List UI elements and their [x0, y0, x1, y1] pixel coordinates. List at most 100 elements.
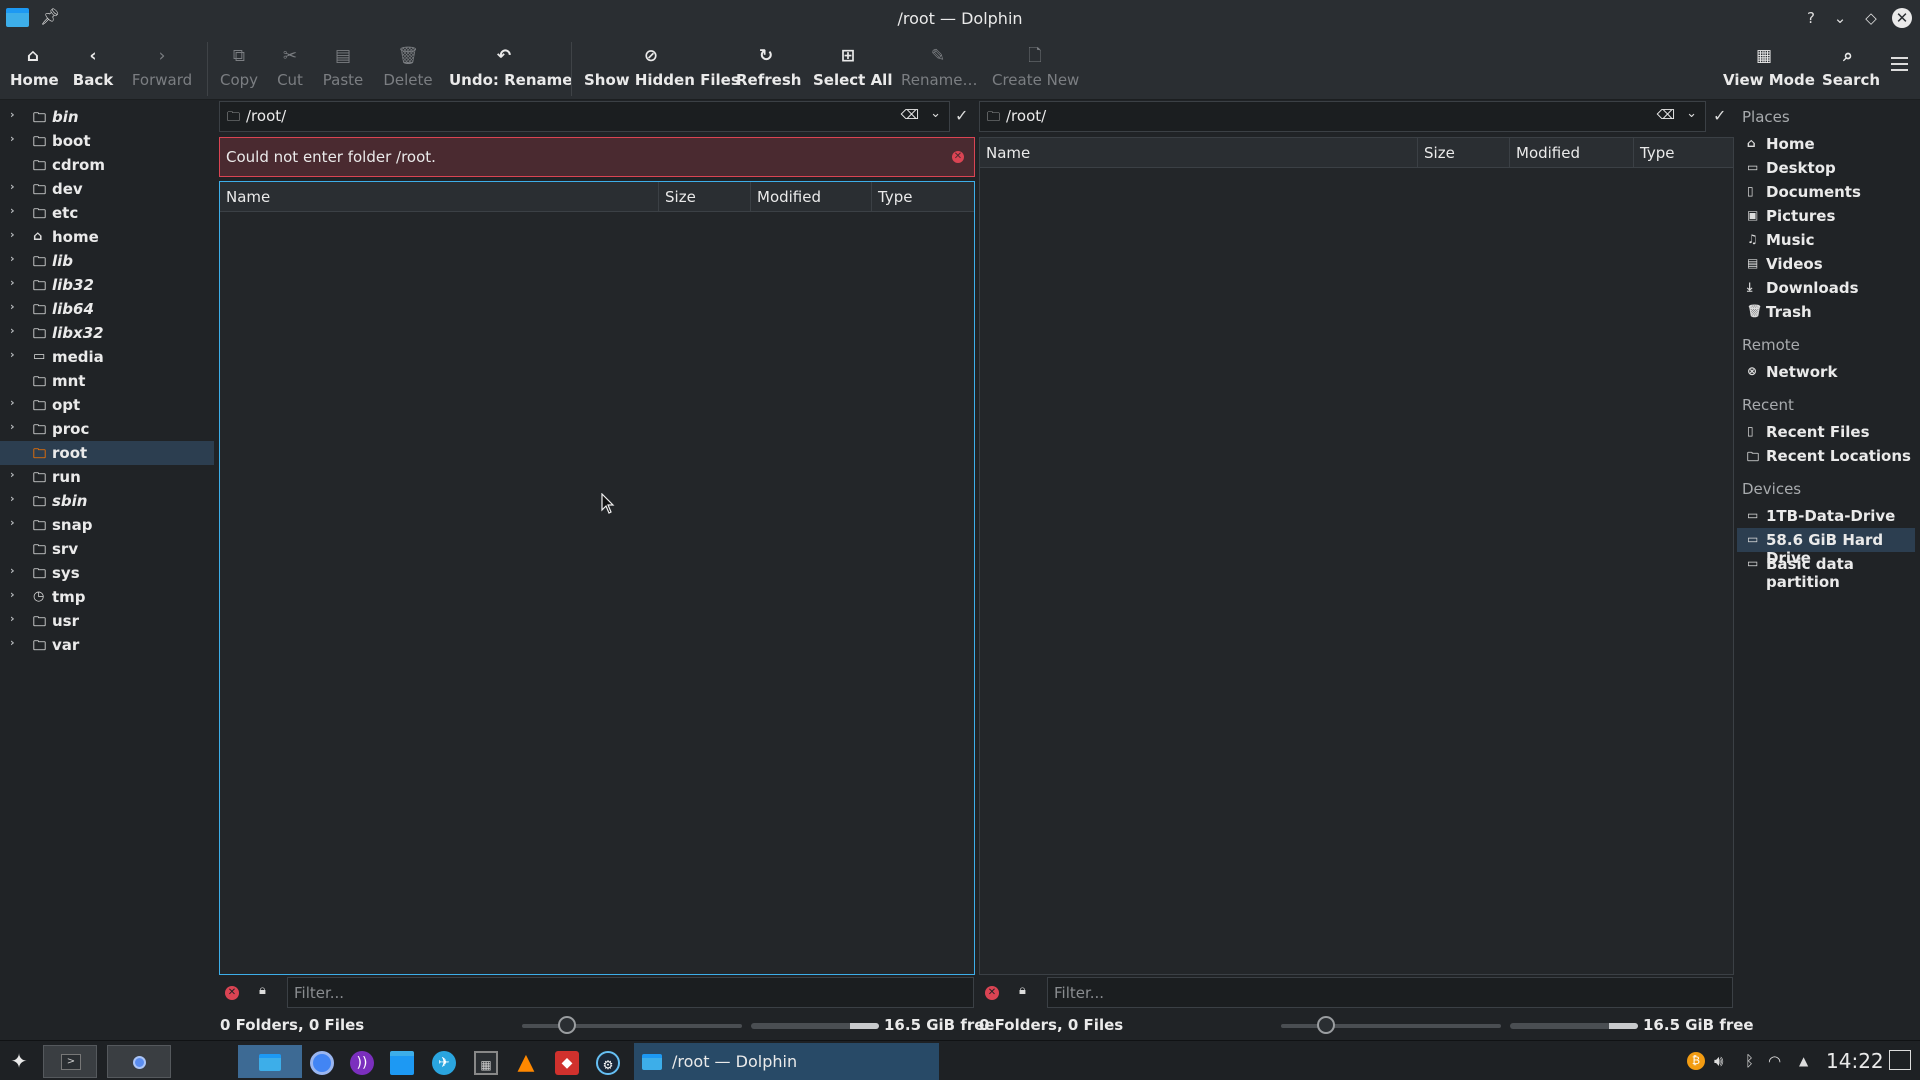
home-button[interactable]: ⌂ Home	[10, 45, 59, 95]
places-item-pictures[interactable]: ▣ Pictures	[1737, 204, 1915, 228]
column-name[interactable]: Name	[980, 138, 1418, 168]
places-item-recent-locations[interactable]: 🗀︎ Recent Locations	[1737, 444, 1915, 468]
tree-item-home[interactable]: › ⌂ home	[0, 225, 214, 249]
expand-arrow-icon[interactable]: ›	[10, 348, 15, 361]
left-filter-input[interactable]	[287, 977, 974, 1008]
select-all-button[interactable]: ⊞ Select All	[813, 45, 892, 95]
places-item-hard-drive[interactable]: ▭ 58.6 GiB Hard Drive	[1737, 528, 1915, 567]
tree-item-srv[interactable]: 🗀︎ srv	[0, 537, 214, 561]
column-size[interactable]: Size	[659, 182, 751, 212]
places-item-trash[interactable]: 🗑︎ Trash	[1737, 300, 1915, 324]
tree-item-usr[interactable]: › 🗀︎ usr	[0, 609, 214, 633]
expand-arrow-icon[interactable]: ›	[10, 324, 15, 337]
places-item-videos[interactable]: ▤ Videos	[1737, 252, 1915, 276]
column-name[interactable]: Name	[220, 182, 659, 212]
delete-button[interactable]: 🗑︎ Delete	[381, 45, 435, 95]
expand-arrow-icon[interactable]: ›	[10, 252, 15, 265]
virtual-desktop-1[interactable]: >	[43, 1045, 97, 1078]
column-type[interactable]: Type	[872, 182, 974, 212]
expand-arrow-icon[interactable]: ›	[10, 516, 15, 529]
expand-arrow-icon[interactable]: ›	[10, 612, 15, 625]
tree-item-lib64[interactable]: › 🗀︎ lib64	[0, 297, 214, 321]
expand-arrow-icon[interactable]: ›	[10, 204, 15, 217]
places-item-network[interactable]: ⊗ Network	[1737, 360, 1915, 384]
tree-item-var[interactable]: › 🗀︎ var	[0, 633, 214, 657]
tree-item-bin[interactable]: › 🗀︎ bin	[0, 105, 214, 129]
lock-icon[interactable]: 🔒︎	[259, 983, 266, 998]
bitcoin-tray-icon[interactable]: ₿	[1687, 1052, 1705, 1070]
places-item-recent-files[interactable]: ▯ Recent Files	[1737, 420, 1915, 444]
refresh-button[interactable]: ↻ Refresh	[736, 45, 801, 95]
chevron-down-icon[interactable]: ⌄	[1686, 106, 1697, 121]
tree-item-sbin[interactable]: › 🗀︎ sbin	[0, 489, 214, 513]
file-manager-icon[interactable]	[390, 1051, 414, 1075]
right-location-path[interactable]: /root/	[1006, 107, 1046, 125]
places-item-documents[interactable]: ▯ Documents	[1737, 180, 1915, 204]
virtual-desktop-2[interactable]	[107, 1045, 171, 1078]
expand-arrow-icon[interactable]: ›	[10, 276, 15, 289]
calculator-icon[interactable]: ▦	[474, 1051, 498, 1075]
confirm-location-icon[interactable]: ✓	[1713, 106, 1726, 125]
close-filter-icon[interactable]: ✕	[985, 986, 999, 1000]
tree-item-root[interactable]: 🗀︎ root	[0, 441, 214, 465]
close-icon[interactable]: ✕	[1892, 8, 1912, 28]
steam-icon[interactable]: ⚙	[596, 1051, 620, 1075]
tree-item-tmp[interactable]: › ◷ tmp	[0, 585, 214, 609]
search-button[interactable]: ⌕ Search	[1822, 45, 1880, 95]
places-item-desktop[interactable]: ▭ Desktop	[1737, 156, 1915, 180]
copy-button[interactable]: ⧉ Copy	[219, 45, 259, 95]
places-item-music[interactable]: ♫ Music	[1737, 228, 1915, 252]
wifi-icon[interactable]: ◠	[1768, 1052, 1781, 1070]
clock[interactable]: 14:22	[1826, 1049, 1884, 1073]
ruby-app-icon[interactable]: ◆	[555, 1051, 579, 1075]
tree-item-mnt[interactable]: 🗀︎ mnt	[0, 369, 214, 393]
column-modified[interactable]: Modified	[751, 182, 872, 212]
help-icon[interactable]: ?	[1801, 8, 1821, 28]
bluetooth-icon[interactable]: ᛒ	[1745, 1052, 1754, 1070]
clear-location-icon[interactable]: ⌫	[1657, 108, 1675, 123]
show-desktop-icon[interactable]	[1889, 1050, 1911, 1070]
view-mode-button[interactable]: ▦ View Mode	[1723, 45, 1815, 95]
places-item-home[interactable]: ⌂ Home	[1737, 132, 1915, 156]
hamburger-menu-icon[interactable]	[1891, 57, 1908, 75]
undo-button[interactable]: ↶ Undo: Rename	[449, 45, 572, 95]
maximize-icon[interactable]: ◇	[1861, 8, 1881, 28]
show-hidden-files-button[interactable]: ⊘ Show Hidden Files	[584, 45, 740, 95]
dolphin-launcher[interactable]	[238, 1045, 302, 1078]
expand-arrow-icon[interactable]: ›	[10, 228, 15, 241]
column-modified[interactable]: Modified	[1510, 138, 1634, 168]
left-file-view[interactable]: Name Size Modified Type	[219, 181, 975, 975]
paste-button[interactable]: ▤ Paste	[320, 45, 366, 95]
volume-icon[interactable]: 🔊︎	[1714, 1052, 1723, 1070]
tree-item-run[interactable]: › 🗀︎ run	[0, 465, 214, 489]
expand-arrow-icon[interactable]: ›	[10, 588, 15, 601]
confirm-location-icon[interactable]: ✓	[955, 106, 968, 125]
right-filter-input[interactable]	[1047, 977, 1733, 1008]
expand-arrow-icon[interactable]: ›	[10, 300, 15, 313]
right-zoom-slider-handle[interactable]	[1317, 1016, 1335, 1034]
right-location-bar[interactable]: 🗀︎ /root/ ⌫ ⌄	[979, 101, 1706, 132]
podcast-icon[interactable]: ))	[350, 1051, 374, 1075]
left-location-bar[interactable]: 🗀︎ /root/ ⌫ ⌄	[219, 101, 950, 132]
tree-item-lib[interactable]: › 🗀︎ lib	[0, 249, 214, 273]
left-zoom-slider-handle[interactable]	[558, 1016, 576, 1034]
kde-connect-icon[interactable]: ✈	[432, 1051, 456, 1075]
tree-item-snap[interactable]: › 🗀︎ snap	[0, 513, 214, 537]
places-item-downloads[interactable]: ⤓ Downloads	[1737, 276, 1915, 300]
expand-arrow-icon[interactable]: ›	[10, 468, 15, 481]
tree-item-lib32[interactable]: › 🗀︎ lib32	[0, 273, 214, 297]
left-location-path[interactable]: /root/	[246, 107, 286, 125]
expand-arrow-icon[interactable]: ›	[10, 132, 15, 145]
cut-button[interactable]: ✂ Cut	[274, 45, 306, 95]
right-zoom-slider[interactable]	[1281, 1024, 1501, 1028]
right-file-view[interactable]: Name Size Modified Type	[979, 137, 1734, 975]
expand-arrow-icon[interactable]: ›	[10, 396, 15, 409]
lock-icon[interactable]: 🔒︎	[1019, 983, 1026, 998]
column-type[interactable]: Type	[1634, 138, 1733, 168]
application-launcher-icon[interactable]: ✦	[7, 1049, 31, 1073]
expand-arrow-icon[interactable]: ›	[10, 108, 15, 121]
tree-item-dev[interactable]: › 🗀︎ dev	[0, 177, 214, 201]
tree-item-media[interactable]: › ▭ media	[0, 345, 214, 369]
rename-button[interactable]: ✎ Rename…	[901, 45, 978, 95]
chromium-icon[interactable]	[310, 1051, 334, 1075]
